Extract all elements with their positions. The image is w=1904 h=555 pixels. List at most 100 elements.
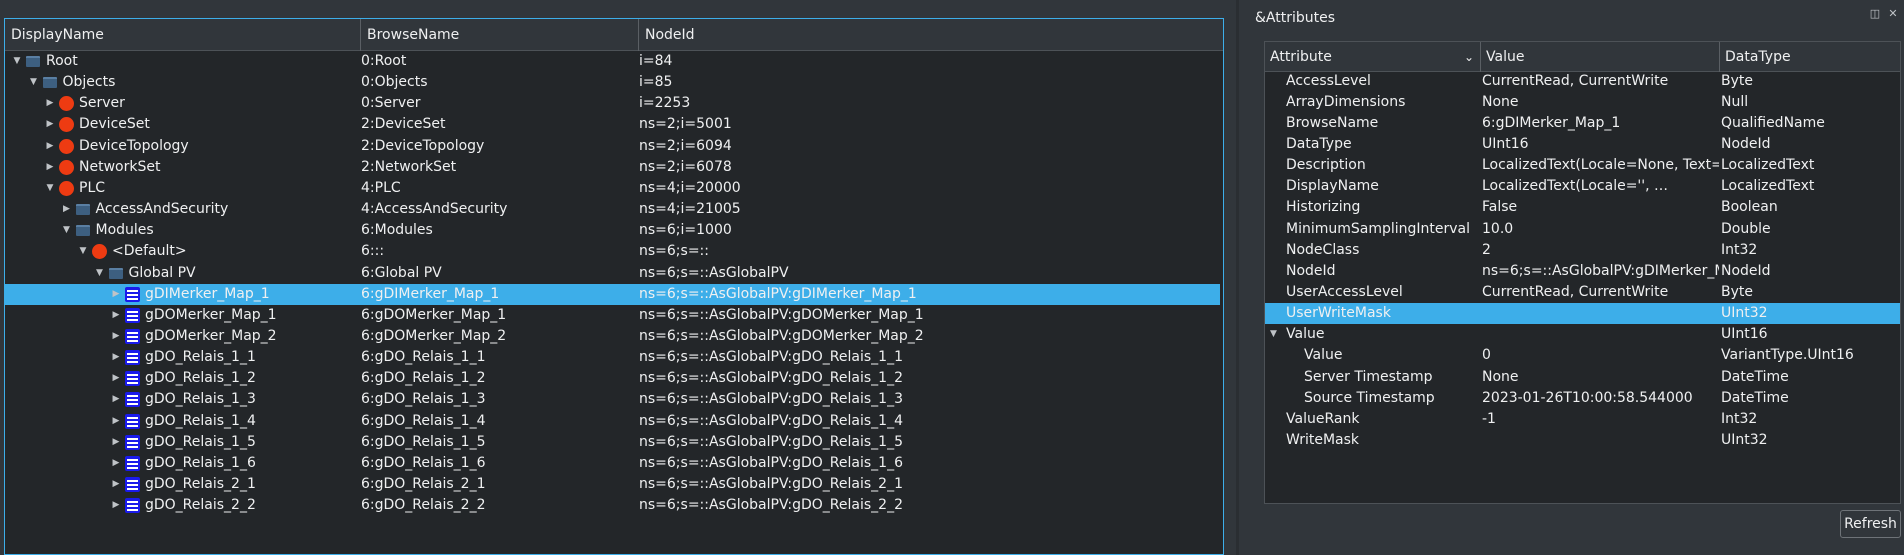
attribute-row[interactable]: ArrayDimensions None Null — [1265, 92, 1900, 113]
tree-node-label: gDO_Relais_1_5 — [145, 433, 256, 450]
attribute-row[interactable]: WriteMask UInt32 — [1265, 430, 1900, 451]
attribute-row[interactable]: DataType UInt16 NodeId — [1265, 134, 1900, 155]
address-space-tree[interactable]: DisplayName BrowseName NodeId ▼ Root 0:Roo… — [4, 18, 1224, 555]
expand-arrow-right-icon[interactable]: ▶ — [61, 199, 73, 220]
expand-arrow-down-icon[interactable]: ▼ — [44, 178, 56, 199]
attribute-name-cell: DisplayName — [1265, 176, 1480, 197]
attribute-row[interactable]: DisplayName LocalizedText(Locale='', … Loc… — [1265, 176, 1900, 197]
refresh-button[interactable]: Refresh — [1840, 510, 1901, 538]
tree-row[interactable]: ▼ Root 0:Root i=84 — [5, 51, 1220, 72]
attribute-name-cell: NodeClass — [1265, 240, 1480, 261]
tree-row[interactable]: ▶ gDO_Relais_2_1 6:gDO_Relais_2_1 ns=6;s=::… — [5, 474, 1220, 495]
attribute-datatype: Int32 — [1721, 410, 1758, 427]
tree-row[interactable]: ▼ Global PV 6:Global PV ns=6;s=::AsGlobalPV — [5, 263, 1220, 284]
attribute-row[interactable]: ValueRank -1 Int32 — [1265, 409, 1900, 430]
tree-row[interactable]: ▶ gDO_Relais_1_3 6:gDO_Relais_1_3 ns=6;s=::… — [5, 389, 1220, 410]
expand-arrow-right-icon[interactable]: ▶ — [110, 326, 122, 347]
tree-row[interactable]: ▶ gDO_Relais_1_5 6:gDO_Relais_1_5 ns=6;s=::… — [5, 432, 1220, 453]
tree-row[interactable]: ▶ gDOMerker_Map_1 6:gDOMerker_Map_1 ns=6;s=… — [5, 305, 1220, 326]
tree-node-label: Objects — [62, 74, 116, 91]
panel-splitter[interactable] — [1236, 0, 1239, 555]
tree-cell-displayname: ▶ gDO_Relais_1_3 — [5, 389, 360, 410]
tree-row[interactable]: ▶ gDO_Relais_1_4 6:gDO_Relais_1_4 ns=6;s=::… — [5, 411, 1220, 432]
tree-row[interactable]: ▶ gDOMerker_Map_2 6:gDOMerker_Map_2 ns=6;s=… — [5, 326, 1220, 347]
attribute-row[interactable]: NodeIdns=6;s=::AsGlobalPV:gDIMerker_Map_… — [1265, 261, 1900, 282]
expand-arrow-right-icon[interactable]: ▶ — [44, 157, 56, 178]
tree-cell-displayname: ▼ <Default> — [5, 241, 360, 262]
expand-arrow-right-icon[interactable]: ▶ — [110, 305, 122, 326]
attribute-row[interactable]: MinimumSamplingInterval 10.0 Double — [1265, 219, 1900, 240]
attribute-row[interactable]: Server Timestamp None DateTime — [1265, 367, 1900, 388]
expand-arrow-right-icon[interactable]: ▶ — [110, 432, 122, 453]
object-icon — [59, 159, 74, 175]
column-header-displayname[interactable]: DisplayName — [5, 19, 361, 51]
column-header-attribute[interactable]: Attribute ⌄ — [1265, 42, 1481, 72]
attribute-row[interactable]: BrowseName 6:gDIMerker_Map_1 QualifiedName — [1265, 113, 1900, 134]
tree-cell-browsename: 2:NetworkSet — [361, 158, 457, 175]
tree-scrollbar[interactable] — [1223, 53, 1224, 555]
attribute-row[interactable]: Description LocalizedText(Locale=None, Te… — [1265, 155, 1900, 176]
column-header-value[interactable]: Value — [1481, 42, 1720, 72]
expand-arrow-right-icon[interactable]: ▶ — [110, 474, 122, 495]
attribute-name: Value — [1286, 326, 1325, 343]
attribute-value: LocalizedText(Locale=None, Text=None) — [1482, 157, 1719, 174]
tree-row[interactable]: ▶ gDIMerker_Map_1 6:gDIMerker_Map_1 ns=6;s=… — [5, 283, 1220, 305]
tree-row[interactable]: ▼ Modules 6:Modules ns=6;i=1000 — [5, 220, 1220, 241]
tree-row[interactable]: ▼ Objects 0:Objects i=85 — [5, 72, 1220, 93]
tree-row[interactable]: ▶ gDO_Relais_1_6 6:gDO_Relais_1_6 ns=6;s=::… — [5, 453, 1220, 474]
tree-row[interactable]: ▶ DeviceSet 2:DeviceSet ns=2;i=5001 — [5, 114, 1220, 135]
tree-row[interactable]: ▼ <Default> 6::: ns=6;s=:: — [5, 241, 1220, 262]
attribute-name: NodeId — [1286, 262, 1336, 279]
column-header-nodeid[interactable]: NodeId — [639, 19, 1221, 51]
attribute-name-cell: Value — [1265, 345, 1480, 366]
attribute-row[interactable]: Source Timestamp 2023-01-26T10:00:58.5440… — [1265, 388, 1900, 409]
float-icon[interactable]: ◫ — [1868, 7, 1882, 21]
tree-node-label: gDO_Relais_1_2 — [145, 370, 256, 387]
tree-node-label: gDO_Relais_1_3 — [145, 391, 256, 408]
tree-cell-displayname: ▶ gDO_Relais_1_6 — [5, 453, 360, 474]
attribute-row[interactable]: Historizing False Boolean — [1265, 197, 1900, 218]
tree-cell-nodeid: ns=4;i=21005 — [639, 201, 741, 218]
expand-arrow-right-icon[interactable]: ▶ — [44, 93, 56, 114]
attribute-row[interactable]: NodeClass 2 Int32 — [1265, 240, 1900, 261]
attribute-row[interactable]: Value 0 VariantType.UInt16 — [1265, 345, 1900, 366]
tree-row[interactable]: ▶ gDO_Relais_2_2 6:gDO_Relais_2_2 ns=6;s=::… — [5, 495, 1220, 516]
expand-arrow-right-icon[interactable]: ▶ — [44, 136, 56, 157]
attribute-row[interactable]: ▼ Value UInt16 — [1265, 324, 1900, 345]
attributes-table[interactable]: Attribute ⌄ Value DataType AccessLevel Cu… — [1264, 41, 1901, 504]
tree-cell-displayname: ▶ DeviceTopology — [5, 136, 360, 157]
expand-arrow-down-icon[interactable]: ▼ — [94, 263, 106, 284]
tree-row[interactable]: ▶ DeviceTopology 2:DeviceTopology ns=2;i=60… — [5, 136, 1220, 157]
expand-arrow-right-icon[interactable]: ▶ — [110, 453, 122, 474]
expand-arrow-right-icon[interactable]: ▶ — [110, 284, 122, 305]
tree-node-label: Root — [46, 53, 78, 69]
expand-arrow-right-icon[interactable]: ▶ — [110, 368, 122, 389]
tree-row[interactable]: ▶ AccessAndSecurity 4:AccessAndSecurity ns=… — [5, 199, 1220, 220]
expand-arrow-down-icon[interactable]: ▼ — [1270, 324, 1277, 345]
attribute-name-cell: NodeId — [1265, 261, 1480, 282]
column-header-browsename[interactable]: BrowseName — [361, 19, 639, 51]
expand-arrow-down-icon[interactable]: ▼ — [61, 220, 73, 241]
attribute-row[interactable]: UserWriteMask UInt32 — [1265, 303, 1900, 325]
expand-arrow-right-icon[interactable]: ▶ — [110, 347, 122, 368]
expand-arrow-right-icon[interactable]: ▶ — [110, 389, 122, 410]
attribute-row[interactable]: AccessLevel CurrentRead, CurrentWrite Byte — [1265, 71, 1900, 92]
expand-arrow-down-icon[interactable]: ▼ — [11, 51, 23, 72]
expand-arrow-right-icon[interactable]: ▶ — [110, 495, 122, 516]
expand-arrow-down-icon[interactable]: ▼ — [77, 241, 89, 262]
tree-row[interactable]: ▼ PLC 4:PLC ns=4;i=20000 — [5, 178, 1220, 199]
attribute-row[interactable]: UserAccessLevel CurrentRead, CurrentWrite… — [1265, 282, 1900, 303]
expand-arrow-down-icon[interactable]: ▼ — [28, 72, 40, 93]
attribute-name: WriteMask — [1286, 432, 1360, 449]
close-icon[interactable]: ✕ — [1886, 7, 1900, 21]
tree-row[interactable]: ▶ NetworkSet 2:NetworkSet ns=2;i=6078 — [5, 157, 1220, 178]
tree-row[interactable]: ▶ gDO_Relais_1_2 6:gDO_Relais_1_2 ns=6;s=::… — [5, 368, 1220, 389]
expand-arrow-right-icon[interactable]: ▶ — [110, 411, 122, 432]
expand-arrow-right-icon[interactable]: ▶ — [44, 114, 56, 135]
tree-row[interactable]: ▶ Server 0:Server i=2253 — [5, 93, 1220, 114]
column-header-datatype[interactable]: DataType — [1720, 42, 1900, 72]
attribute-name-cell: ArrayDimensions — [1265, 92, 1480, 113]
sort-chevron-down-icon[interactable]: ⌄ — [1464, 42, 1474, 72]
tree-cell-nodeid: ns=6;s=::AsGlobalPV — [639, 264, 789, 281]
tree-row[interactable]: ▶ gDO_Relais_1_1 6:gDO_Relais_1_1 ns=6;s=::… — [5, 347, 1220, 368]
